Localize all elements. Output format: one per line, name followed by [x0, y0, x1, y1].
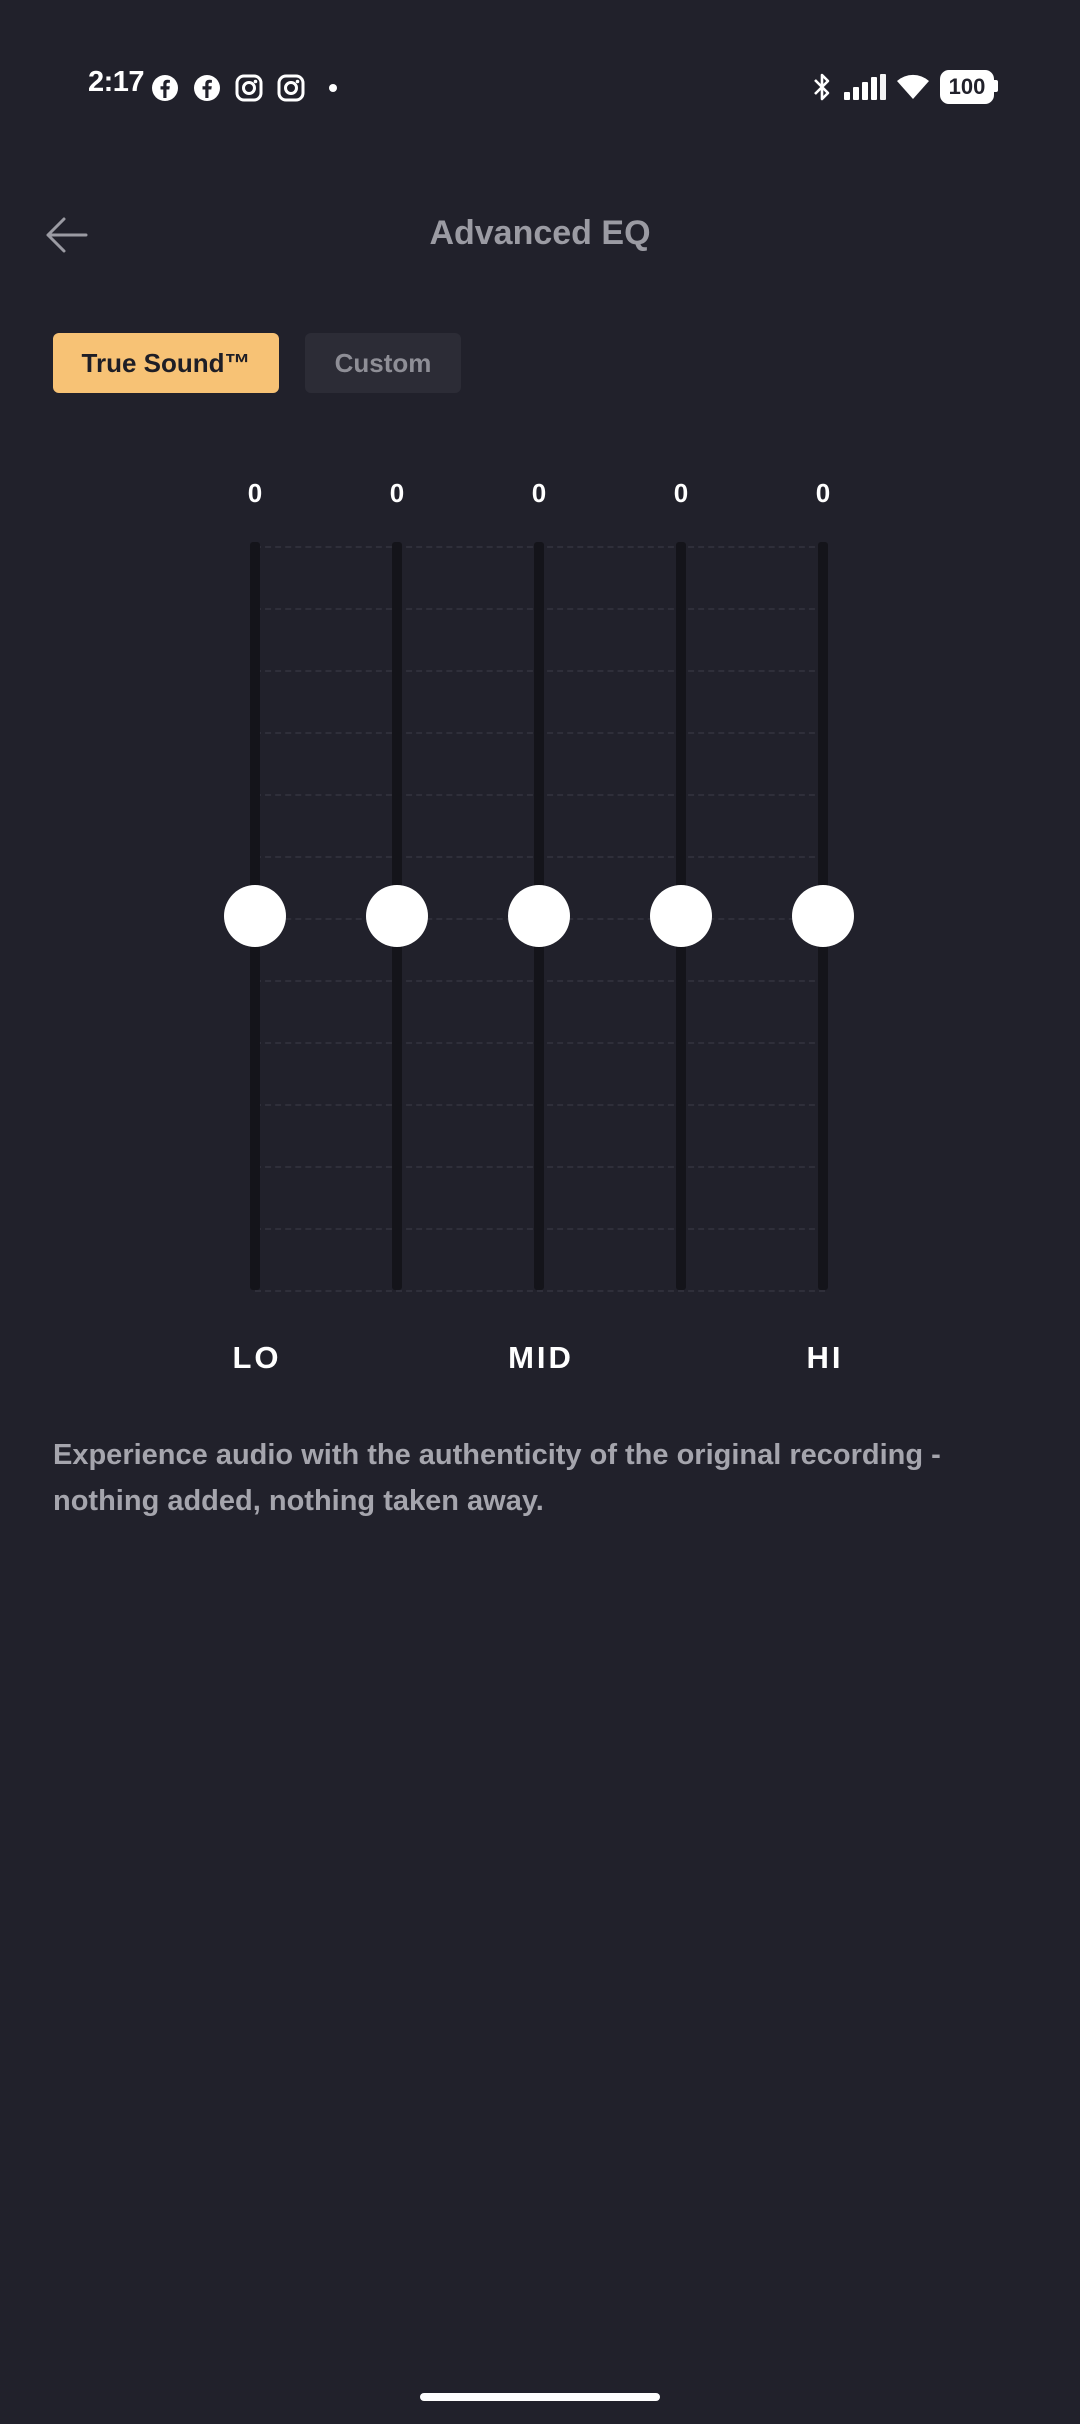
facebook-icon: [194, 75, 220, 101]
preset-description: Experience audio with the authenticity o…: [53, 1439, 941, 1517]
page-title: Advanced EQ: [429, 214, 651, 252]
wifi-icon: [897, 74, 929, 99]
band-2-slider-knob[interactable]: [366, 885, 428, 947]
notification-dot-icon: [329, 84, 337, 92]
band-3-slider-knob[interactable]: [508, 885, 570, 947]
band-label-lo: LO: [232, 1340, 282, 1375]
bluetooth-icon: [814, 73, 830, 101]
advanced-eq-screen: 2:17 100 Advanced EQ True Sound™ Custom …: [0, 0, 1080, 2424]
band-label-mid: MID: [508, 1340, 574, 1375]
header: Advanced EQ: [0, 200, 1080, 270]
instagram-icon: [277, 74, 305, 102]
eq-panel: 0 0 0 0 0 LO MID HI: [0, 470, 1080, 1390]
band-5-slider-knob[interactable]: [792, 885, 854, 947]
preset-true-sound-button[interactable]: True Sound™: [53, 333, 279, 393]
instagram-icon: [235, 74, 263, 102]
band-1-slider-knob[interactable]: [224, 885, 286, 947]
battery-icon: 100: [940, 70, 994, 104]
facebook-icon: [152, 75, 178, 101]
grid-line: [255, 1290, 825, 1292]
band-5-value: 0: [815, 478, 831, 508]
home-indicator[interactable]: [420, 2393, 660, 2401]
band-1-value: 0: [247, 478, 263, 508]
status-bar: 2:17 100: [0, 60, 1080, 114]
battery-tip: [994, 80, 998, 92]
band-4-value: 0: [673, 478, 689, 508]
preset-custom-button[interactable]: Custom: [305, 333, 461, 393]
band-4-slider-knob[interactable]: [650, 885, 712, 947]
band-label-hi: HI: [806, 1340, 844, 1375]
band-2-value: 0: [389, 478, 405, 508]
band-3-value: 0: [531, 478, 547, 508]
signal-icon: [844, 74, 886, 100]
status-time: 2:17: [88, 66, 145, 98]
